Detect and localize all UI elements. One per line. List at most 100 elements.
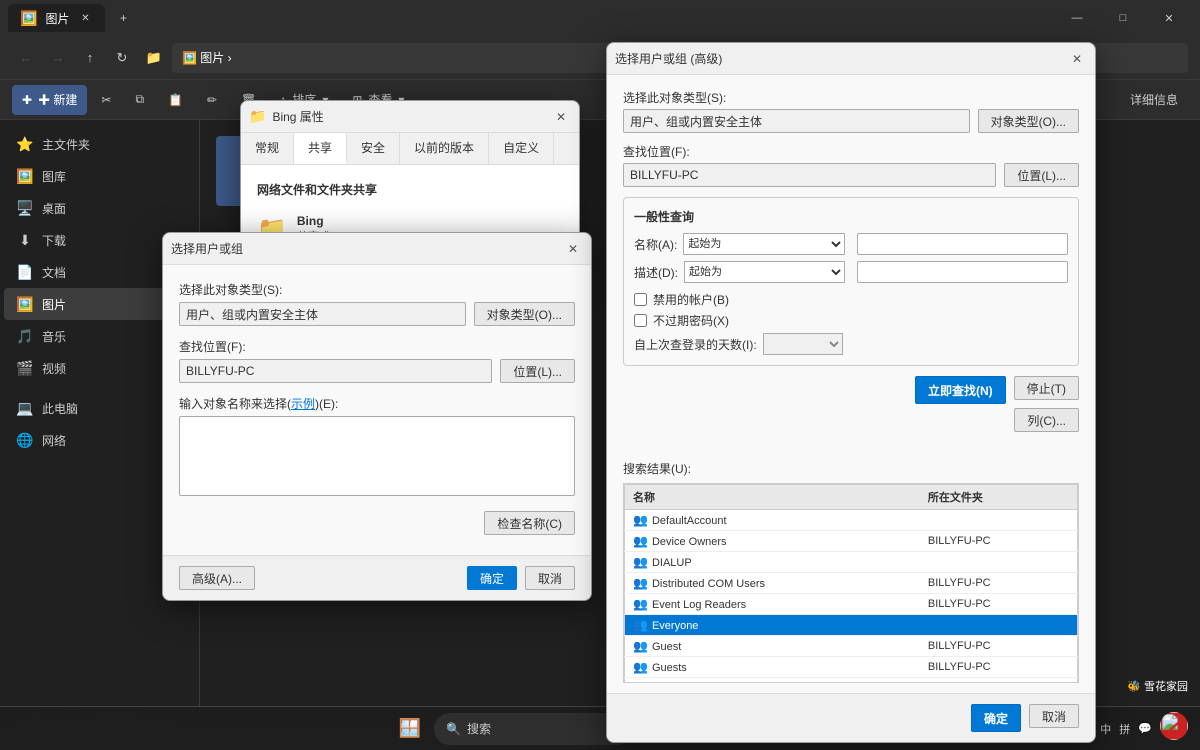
days-row: 自上次查登录的天数(I): (634, 333, 1068, 355)
forward-btn[interactable]: → (44, 44, 72, 72)
check-names-btn[interactable]: 检查名称(C) (484, 511, 575, 535)
object-type-btn[interactable]: 对象类型(O)... (474, 302, 575, 326)
name-value-input[interactable] (857, 233, 1068, 255)
tab-previous[interactable]: 以前的版本 (400, 133, 489, 164)
desc-label: 描述(D): (634, 264, 678, 281)
maximize-btn[interactable]: □ (1100, 0, 1146, 36)
location-label: 查找位置(F): (179, 338, 575, 355)
ok-btn[interactable]: 确定 (467, 566, 517, 590)
days-label: 自上次查登录的天数(I): (634, 336, 757, 353)
cut-btn[interactable]: ✂ (91, 85, 121, 115)
result-location: BILLYFU-PC (920, 531, 1078, 552)
tab-general[interactable]: 常规 (241, 133, 294, 164)
minimize-btn[interactable]: — (1054, 0, 1100, 36)
table-row[interactable]: 👥Guest BILLYFU-PC (625, 636, 1078, 657)
disabled-accounts-row: 禁用的帐户(B) (634, 291, 1068, 308)
select-user-body: 选择此对象类型(S): 对象类型(O)... 查找位置(F): 位置(L)...… (163, 265, 591, 555)
example-link[interactable]: 示例 (291, 397, 315, 411)
query-section: 一般性查询 名称(A): 起始为 描述(D): 起始为 (623, 197, 1079, 366)
user-icon: 👥 (633, 597, 648, 611)
search-results-area: 搜索结果(U): 名称 所在文件夹 👥DefaultAccount 👥Devic… (607, 450, 1095, 693)
close-btn[interactable]: ✕ (1146, 0, 1192, 36)
taskbar-search-text: 搜索 (467, 720, 491, 737)
select-user-footer: 高级(A)... 确定 取消 (163, 555, 591, 600)
new-tab-btn[interactable]: + (109, 4, 137, 32)
location-input (179, 359, 492, 383)
table-row[interactable]: 👥Hyper-V Administrators BILLYFU-PC (625, 678, 1078, 684)
user-icon: 👥 (633, 555, 648, 569)
sidebar-item-label: 图片 (42, 296, 66, 313)
result-location: BILLYFU-PC (920, 678, 1078, 684)
table-row[interactable]: 👥Event Log Readers BILLYFU-PC (625, 594, 1078, 615)
results-scroll-area[interactable]: 名称 所在文件夹 👥DefaultAccount 👥Device Owners … (623, 483, 1079, 683)
sidebar-item-desktop[interactable]: 🖥️ 桌面 (4, 192, 195, 224)
refresh-btn[interactable]: ↻ (108, 44, 136, 72)
music-icon: 🎵 (16, 328, 34, 345)
desc-input-row (857, 261, 1068, 283)
taskbar-search[interactable]: 🔍 搜索 (434, 713, 634, 745)
result-name: 👥Guests (625, 657, 920, 678)
adv-object-type-btn[interactable]: 对象类型(O)... (978, 109, 1079, 133)
disabled-accounts-label: 禁用的帐户(B) (653, 291, 729, 308)
table-row[interactable]: 👥Device Owners BILLYFU-PC (625, 531, 1078, 552)
name-input-row (857, 233, 1068, 255)
select-user-title: 选择用户或组 (171, 240, 563, 257)
details-btn[interactable]: 详细信息 (1120, 85, 1188, 115)
no-expire-checkbox[interactable] (634, 314, 647, 327)
rename-btn[interactable]: ✏ (197, 85, 227, 115)
disabled-accounts-checkbox[interactable] (634, 293, 647, 306)
name-filter-select[interactable]: 起始为 (683, 233, 845, 255)
columns-btn[interactable]: 列(C)... (1014, 408, 1079, 432)
new-label: ✚ 新建 (38, 91, 77, 108)
taskbar-watermark[interactable] (1160, 712, 1188, 745)
tab-security[interactable]: 安全 (347, 133, 400, 164)
dialog-title: Bing 属性 (272, 108, 551, 125)
sidebar-item-gallery[interactable]: 🖼️ 图库 (4, 160, 195, 192)
back-btn[interactable]: ← (12, 44, 40, 72)
advanced-body: 选择此对象类型(S): 对象类型(O)... 查找位置(F): 位置(L)...… (607, 75, 1095, 450)
new-btn[interactable]: ✚ ✚ 新建 (12, 85, 87, 115)
dialog-tabs: 常规 共享 安全 以前的版本 自定义 (241, 133, 579, 165)
paste-btn[interactable]: 📋 (158, 85, 193, 115)
advanced-btn[interactable]: 高级(A)... (179, 566, 255, 590)
result-name: 👥Device Owners (625, 531, 920, 552)
tab-share[interactable]: 共享 (294, 133, 347, 164)
cancel-btn[interactable]: 取消 (525, 566, 575, 590)
window-controls: — □ ✕ (1054, 0, 1192, 36)
result-location: BILLYFU-PC (920, 573, 1078, 594)
dialog-close-btn[interactable]: ✕ (551, 107, 571, 127)
days-select[interactable] (763, 333, 843, 355)
adv-ok-btn[interactable]: 确定 (971, 704, 1021, 732)
adv-cancel-btn[interactable]: 取消 (1029, 704, 1079, 728)
tab-close-btn[interactable]: ✕ (77, 10, 93, 26)
sidebar-item-home[interactable]: ⭐ 主文件夹 (4, 128, 195, 160)
stop-btn[interactable]: 停止(T) (1014, 376, 1079, 400)
start-btn[interactable]: 🪟 (390, 709, 430, 749)
home-icon: ⭐ (16, 136, 34, 153)
table-row[interactable]: 👥Distributed COM Users BILLYFU-PC (625, 573, 1078, 594)
table-row[interactable]: 👥DefaultAccount (625, 510, 1078, 531)
search-now-btn[interactable]: 立即查找(N) (915, 376, 1006, 404)
result-name: 👥DIALUP (625, 552, 920, 573)
desc-filter-select[interactable]: 起始为 (684, 261, 845, 283)
select-user-close-btn[interactable]: ✕ (563, 239, 583, 259)
table-row[interactable]: 👥Everyone (625, 615, 1078, 636)
explorer-tab[interactable]: 🖼️ 图片 ✕ (8, 4, 105, 32)
object-name-textarea[interactable] (179, 416, 575, 496)
results-table: 名称 所在文件夹 👥DefaultAccount 👥Device Owners … (624, 484, 1078, 683)
location-btn[interactable]: 位置(L)... (500, 359, 575, 383)
user-icon: 👥 (633, 618, 648, 632)
tab-customize[interactable]: 自定义 (489, 133, 554, 164)
title-bar: 🖼️ 图片 ✕ + — □ ✕ (0, 0, 1200, 36)
adv-query-grid: 名称(A): 起始为 描述(D): 起始为 (634, 233, 1068, 283)
table-row[interactable]: 👥DIALUP (625, 552, 1078, 573)
desc-value-input[interactable] (857, 261, 1068, 283)
up-btn[interactable]: ↑ (76, 44, 104, 72)
pictures-icon: 🖼️ (16, 296, 34, 313)
copy-btn[interactable]: ⧉ (125, 85, 154, 115)
pc-icon: 💻 (16, 400, 34, 417)
advanced-close-btn[interactable]: ✕ (1067, 49, 1087, 69)
adv-location-btn[interactable]: 位置(L)... (1004, 163, 1079, 187)
table-row[interactable]: 👥Guests BILLYFU-PC (625, 657, 1078, 678)
tab-label: 图片 (45, 10, 69, 27)
